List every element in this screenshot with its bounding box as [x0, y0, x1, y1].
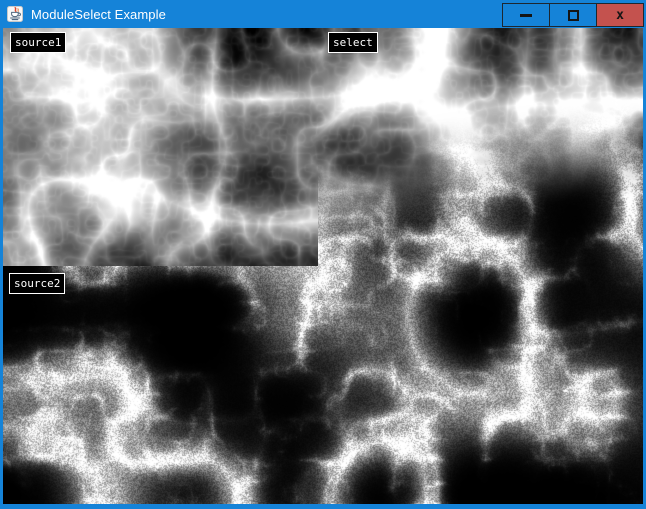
minimize-icon	[520, 14, 532, 17]
source1-label: source1	[10, 32, 66, 53]
maximize-button[interactable]	[549, 3, 597, 27]
app-window: ModuleSelect Example x source1 select so…	[0, 0, 646, 509]
minimize-button[interactable]	[502, 3, 550, 27]
maximize-icon	[568, 10, 579, 21]
select-label: select	[328, 32, 378, 53]
close-button[interactable]: x	[596, 3, 644, 27]
window-title: ModuleSelect Example	[31, 7, 166, 22]
source1-image	[3, 28, 318, 266]
render-area: source1 select source2	[3, 28, 643, 504]
titlebar[interactable]: ModuleSelect Example x	[0, 0, 646, 28]
source2-image	[3, 266, 318, 504]
window-controls: x	[503, 3, 644, 27]
java-coffee-cup-icon	[7, 6, 23, 22]
close-icon: x	[616, 9, 624, 22]
source2-label: source2	[9, 273, 65, 294]
